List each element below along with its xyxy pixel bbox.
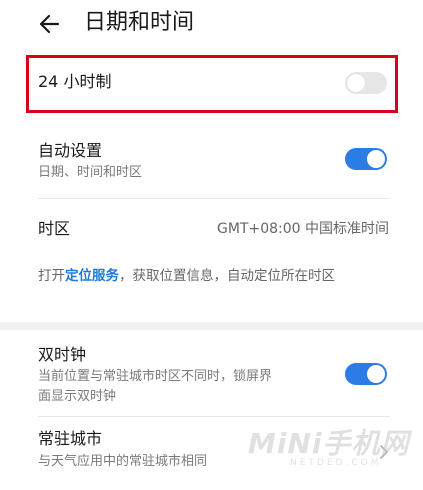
hint-prefix: 打开 bbox=[38, 268, 65, 284]
resident-city-sublabel: 与天气应用中的常驻城市相同 bbox=[38, 454, 208, 469]
resident-city-label[interactable]: 常驻城市 bbox=[38, 428, 102, 450]
back-arrow-icon[interactable] bbox=[36, 10, 64, 38]
dual-clock-sublabel-1: 当前位置与常驻城市时区不同时，锁屏界 bbox=[38, 369, 273, 384]
app-header: 日期和时间 bbox=[0, 0, 423, 48]
dual-clock-label: 双时钟 bbox=[38, 345, 87, 364]
location-hint: 打开定位服务，获取位置信息，自动定位所在时区 bbox=[38, 264, 396, 288]
watermark-text: MiNi手机网 bbox=[248, 427, 410, 460]
dual-clock-sublabel-2: 面显示双时钟 bbox=[38, 389, 117, 404]
24-hour-label: 24 小时制 bbox=[38, 72, 112, 91]
watermark-subtext: NETDED.COM bbox=[290, 458, 382, 468]
timezone-label[interactable]: 时区 bbox=[38, 218, 70, 240]
toggle-knob bbox=[367, 365, 385, 383]
page-title: 日期和时间 bbox=[84, 10, 195, 35]
divider bbox=[38, 198, 390, 199]
toggle-knob bbox=[347, 74, 365, 92]
section-separator bbox=[0, 322, 423, 330]
divider bbox=[38, 416, 390, 417]
dual-clock-toggle[interactable] bbox=[345, 363, 387, 385]
location-service-link[interactable]: 定位服务 bbox=[65, 268, 119, 284]
auto-set-toggle[interactable] bbox=[345, 148, 387, 170]
hint-suffix: ，获取位置信息，自动定位所在时区 bbox=[119, 268, 335, 284]
watermark-logo: MiNi手机网 NETDED.COM bbox=[248, 422, 418, 472]
auto-set-sublabel: 日期、时间和时区 bbox=[38, 165, 143, 180]
timezone-value[interactable]: GMT+08:00 中国标准时间 bbox=[217, 219, 389, 239]
toggle-knob bbox=[367, 150, 385, 168]
24-hour-toggle[interactable] bbox=[345, 72, 387, 94]
auto-set-label: 自动设置 bbox=[38, 141, 103, 160]
